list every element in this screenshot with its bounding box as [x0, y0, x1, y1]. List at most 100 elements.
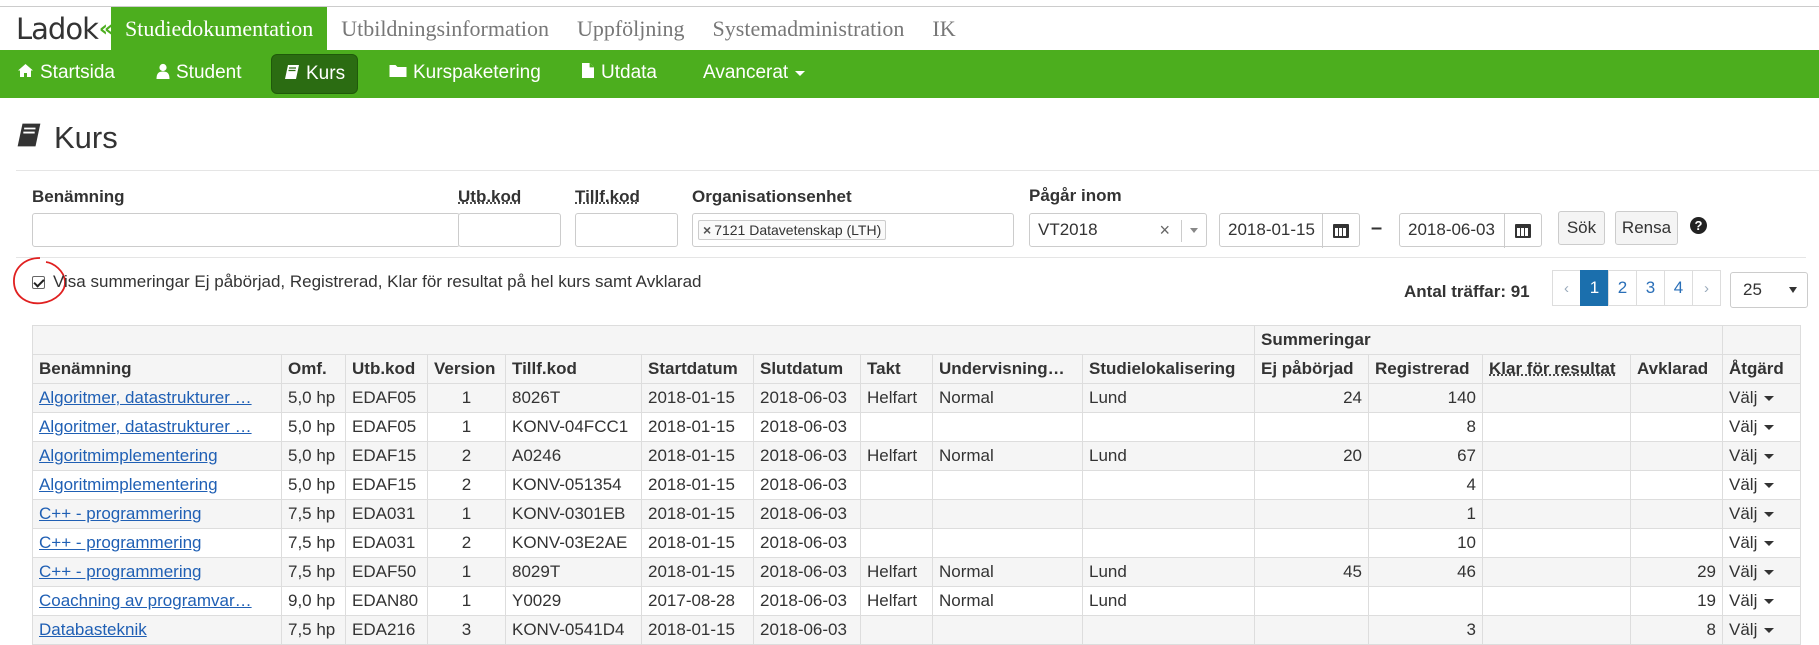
utbkod-label: Utb.kod	[458, 187, 521, 207]
valj-dropdown[interactable]: Välj	[1729, 388, 1794, 408]
pagination-next[interactable]: ›	[1692, 270, 1721, 306]
col-version-cell: 2	[428, 471, 506, 500]
table-row: C++ - programmering 7,5 hp EDA031 1 KONV-030…	[33, 500, 1801, 529]
col-atgard-cell[interactable]: Välj	[1723, 500, 1801, 529]
sub-nav: Startsida Student Kurs Kurspaketering Ut…	[0, 50, 1819, 98]
valj-dropdown[interactable]: Välj	[1729, 417, 1794, 437]
summary-checkbox-row[interactable]: Visa summeringar Ej påbörjad, Registrera…	[32, 272, 702, 292]
col-omf-header[interactable]: Omf.	[282, 355, 346, 384]
chevron-down-icon	[1789, 287, 1797, 293]
course-link[interactable]: Coachning av programvar…	[39, 591, 252, 610]
valj-dropdown[interactable]: Välj	[1729, 446, 1794, 466]
col-ej-paborjad-header[interactable]: Ej påbörjad	[1255, 355, 1369, 384]
col-undervisning-cell	[933, 616, 1083, 645]
main-nav-ik[interactable]: IK	[918, 7, 969, 50]
calendar-button[interactable]	[1504, 214, 1541, 248]
col-utbkod-header[interactable]: Utb.kod	[346, 355, 428, 384]
valj-dropdown[interactable]: Välj	[1729, 475, 1794, 495]
utbkod-input[interactable]	[458, 213, 561, 247]
sub-nav-avancerat[interactable]: Avancerat	[691, 54, 817, 92]
pagar-select[interactable]: VT2018 ×	[1029, 213, 1207, 247]
sub-nav-kurs[interactable]: Kurs	[271, 54, 358, 94]
col-atgard-cell[interactable]: Välj	[1723, 587, 1801, 616]
chevron-down-icon[interactable]	[1190, 228, 1198, 233]
col-undervisning-header[interactable]: Undervisning…	[933, 355, 1083, 384]
org-tag[interactable]: × 7121 Datavetenskap (LTH)	[698, 220, 886, 240]
col-studielokalisering-cell: Lund	[1083, 442, 1255, 471]
col-avklarad-header[interactable]: Avklarad	[1631, 355, 1723, 384]
col-slutdatum-header[interactable]: Slutdatum	[754, 355, 861, 384]
course-link[interactable]: Algoritmer, datastrukturer …	[39, 388, 252, 407]
search-button[interactable]: Sök	[1558, 211, 1605, 245]
col-takt-cell	[861, 529, 933, 558]
col-avklarad-cell	[1631, 442, 1723, 471]
col-omf-cell: 7,5 hp	[282, 500, 346, 529]
benamning-input[interactable]	[32, 213, 460, 247]
col-atgard-header[interactable]: Åtgärd	[1723, 355, 1801, 384]
summary-checkbox[interactable]	[32, 276, 45, 289]
caret-down-icon	[1764, 570, 1774, 575]
valj-dropdown[interactable]: Välj	[1729, 591, 1794, 611]
clear-button[interactable]: Rensa	[1615, 211, 1678, 245]
remove-tag-icon[interactable]: ×	[703, 222, 711, 238]
tillfkod-input[interactable]	[575, 213, 678, 247]
col-atgard-cell[interactable]: Välj	[1723, 442, 1801, 471]
course-link[interactable]: C++ - programmering	[39, 533, 202, 552]
col-takt-cell: Helfart	[861, 587, 933, 616]
sub-nav-utdata[interactable]: Utdata	[569, 54, 669, 92]
main-nav-studiedokumentation[interactable]: Studiedokumentation	[111, 7, 327, 50]
pagination-page-4[interactable]: 4	[1664, 270, 1693, 306]
col-takt-header[interactable]: Takt	[861, 355, 933, 384]
page-size-select[interactable]: 25	[1730, 272, 1808, 308]
org-select[interactable]: × 7121 Datavetenskap (LTH)	[692, 213, 1014, 247]
pagination-page-3[interactable]: 3	[1636, 270, 1665, 306]
col-atgard-cell[interactable]: Välj	[1723, 471, 1801, 500]
col-startdatum-cell: 2018-01-15	[642, 616, 754, 645]
col-atgard-cell[interactable]: Välj	[1723, 529, 1801, 558]
main-nav-systemadministration[interactable]: Systemadministration	[699, 7, 919, 50]
col-atgard-cell[interactable]: Välj	[1723, 558, 1801, 587]
pagination-page-2[interactable]: 2	[1608, 270, 1637, 306]
caret-down-icon	[795, 71, 805, 76]
table-row: Coachning av programvar… 9,0 hp EDAN80 1 Y00…	[33, 587, 1801, 616]
col-studielokalisering-header[interactable]: Studielokalisering	[1083, 355, 1255, 384]
col-atgard-cell[interactable]: Välj	[1723, 413, 1801, 442]
valj-label: Välj	[1729, 446, 1757, 466]
course-link[interactable]: C++ - programmering	[39, 504, 202, 523]
help-icon[interactable]: ?	[1690, 217, 1707, 234]
col-klar-for-resultat-header[interactable]: Klar för resultat	[1483, 355, 1631, 384]
valj-dropdown[interactable]: Välj	[1729, 504, 1794, 524]
col-startdatum-header[interactable]: Startdatum	[642, 355, 754, 384]
course-link[interactable]: Algoritmimplementering	[39, 446, 218, 465]
ladok-logo[interactable]: Ladok «	[16, 11, 112, 47]
course-link[interactable]: Algoritmimplementering	[39, 475, 218, 494]
col-registrerad-header[interactable]: Registrerad	[1369, 355, 1483, 384]
col-version-header[interactable]: Version	[428, 355, 506, 384]
col-atgard-cell[interactable]: Välj	[1723, 616, 1801, 645]
date-from-input[interactable]: 2018-01-15	[1219, 213, 1360, 247]
col-takt-cell	[861, 500, 933, 529]
course-link[interactable]: Databasteknik	[39, 620, 147, 639]
sub-nav-startsida[interactable]: Startsida	[5, 54, 127, 92]
course-link[interactable]: Algoritmer, datastrukturer …	[39, 417, 252, 436]
col-atgard-cell[interactable]: Välj	[1723, 384, 1801, 413]
course-link[interactable]: C++ - programmering	[39, 562, 202, 581]
sub-nav-student[interactable]: Student	[144, 54, 254, 92]
calendar-button[interactable]	[1322, 214, 1359, 248]
valj-dropdown[interactable]: Välj	[1729, 562, 1794, 582]
col-tillfkod-cell: KONV-03E2AE	[506, 529, 642, 558]
main-nav-uppfoljning[interactable]: Uppföljning	[563, 7, 699, 50]
pagination-page-1[interactable]: 1	[1580, 270, 1609, 306]
clear-icon[interactable]: ×	[1159, 220, 1170, 241]
col-ej-paborjad-cell	[1255, 529, 1369, 558]
date-to-input[interactable]: 2018-06-03	[1399, 213, 1542, 247]
sub-nav-kurspaketering[interactable]: Kurspaketering	[377, 54, 553, 92]
main-nav-utbildningsinformation[interactable]: Utbildningsinformation	[327, 7, 563, 50]
col-benamning-header[interactable]: Benämning	[33, 355, 282, 384]
col-studielokalisering-cell: Lund	[1083, 587, 1255, 616]
pagination-prev[interactable]: ‹	[1552, 270, 1581, 306]
valj-dropdown[interactable]: Välj	[1729, 620, 1794, 640]
col-tillfkod-header[interactable]: Tillf.kod	[506, 355, 642, 384]
table-row: Algoritmimplementering 5,0 hp EDAF15 2 KONV-…	[33, 471, 1801, 500]
valj-dropdown[interactable]: Välj	[1729, 533, 1794, 553]
